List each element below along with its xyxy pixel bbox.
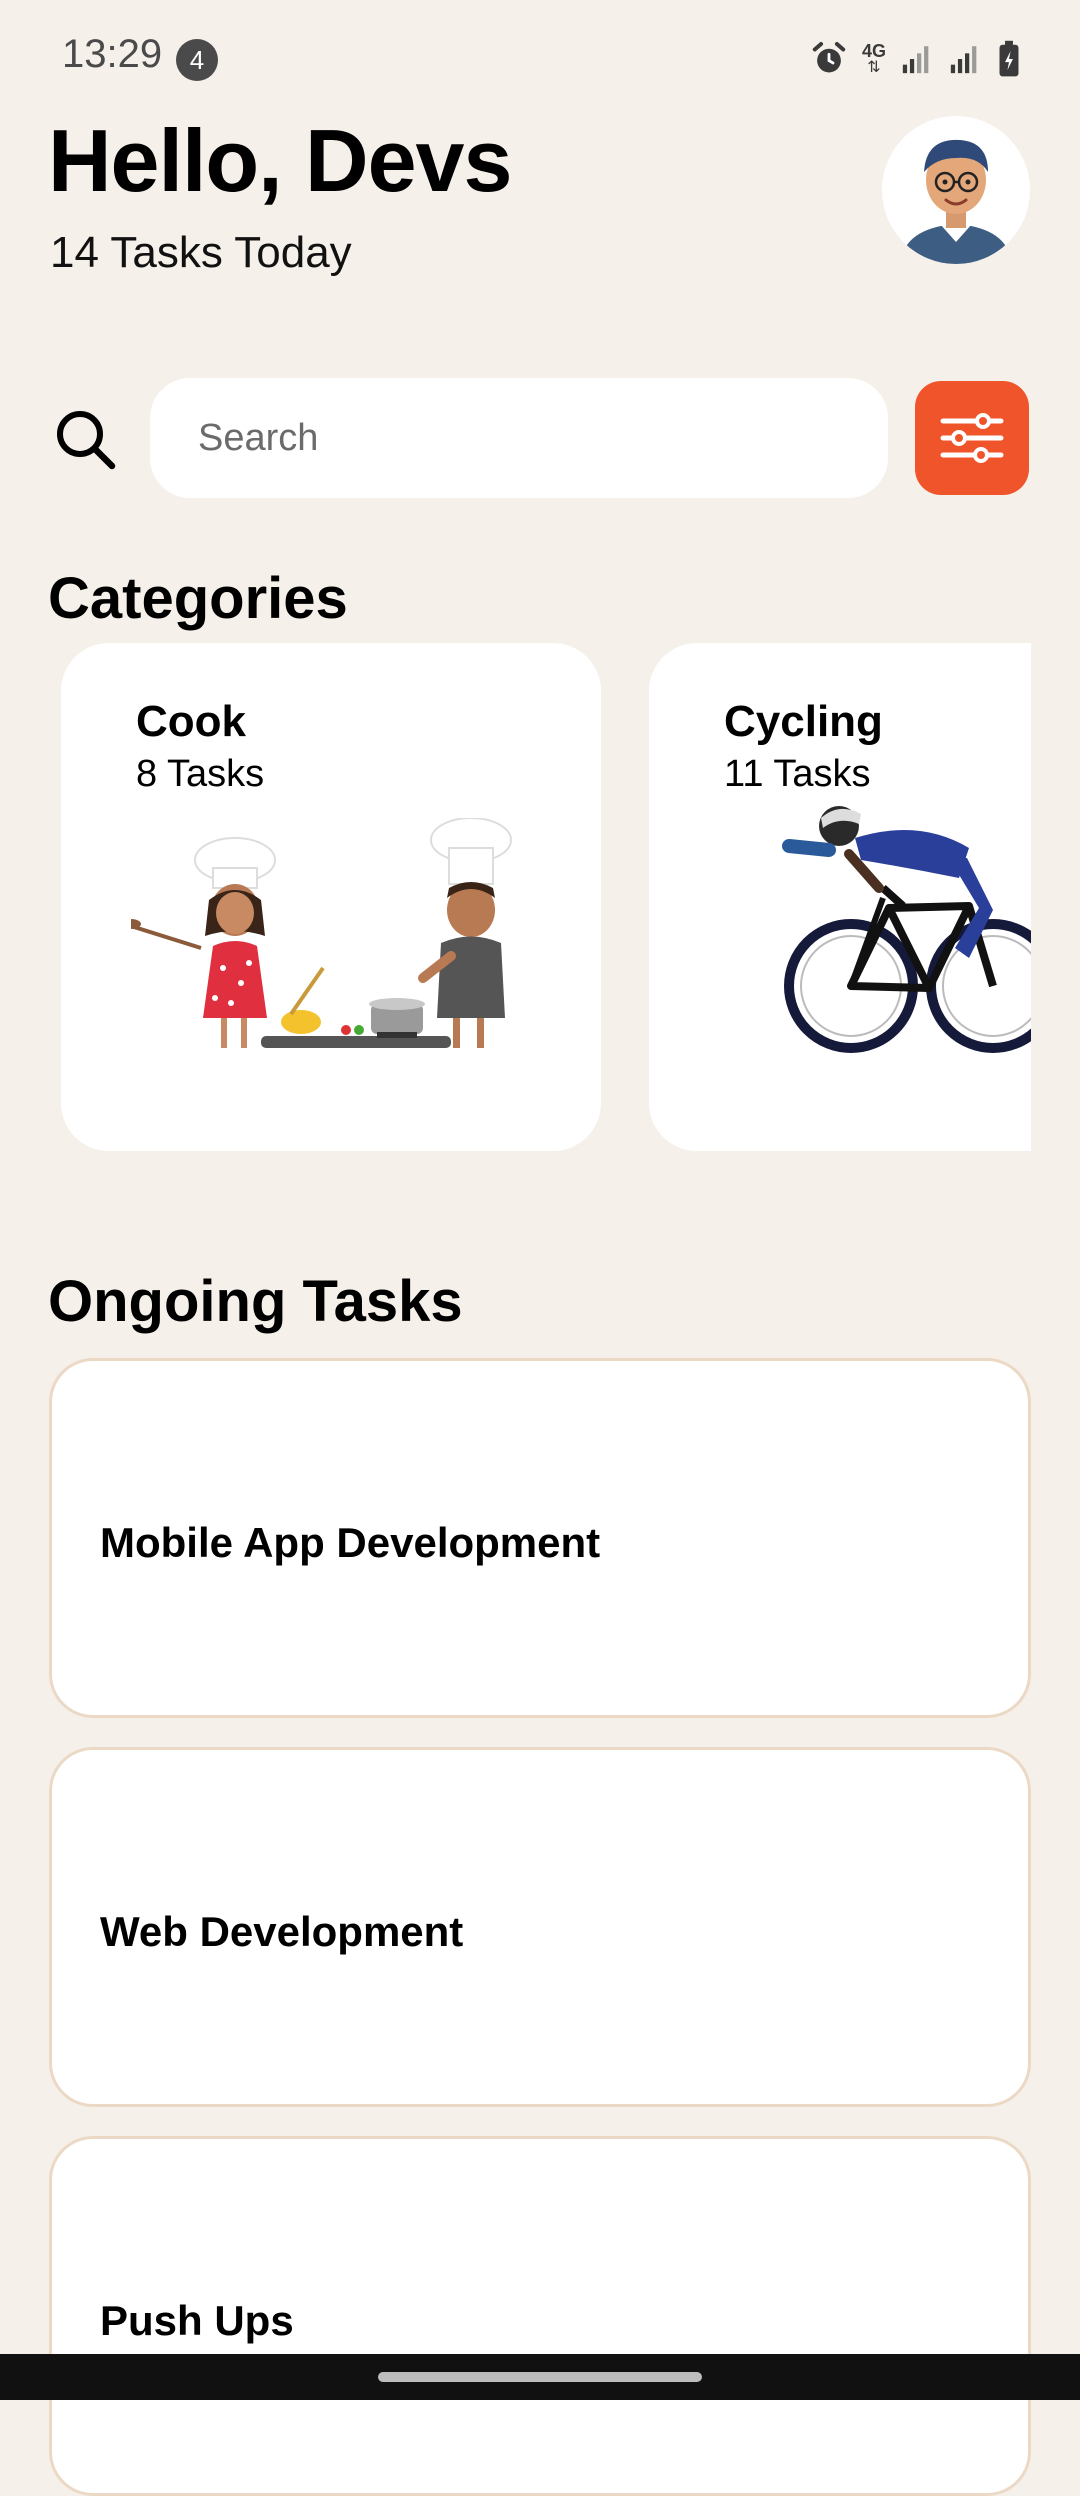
status-icons: 4G ⇅	[810, 40, 1022, 78]
avatar[interactable]	[882, 116, 1030, 264]
category-task-count: 8 Tasks	[136, 753, 265, 795]
network-type-label: 4G	[861, 41, 886, 61]
task-card-mobile-app-development[interactable]: Mobile App Development	[49, 1358, 1031, 1718]
network-4g-icon: 4G ⇅	[861, 41, 886, 76]
status-time: 13:29	[62, 32, 163, 76]
signal-icon-2	[950, 46, 977, 74]
filter-button[interactable]	[915, 381, 1029, 495]
task-card-push-ups[interactable]: Push Ups	[49, 2136, 1031, 2496]
tasks-today-subtitle: 14 Tasks Today	[50, 228, 352, 277]
battery-charging-icon	[999, 40, 1019, 77]
categories-title: Categories	[48, 566, 348, 631]
category-name: Cycling	[724, 697, 883, 746]
task-title: Web Development	[100, 1908, 464, 1955]
sliders-icon	[940, 413, 1004, 463]
task-card-web-development[interactable]: Web Development	[49, 1747, 1031, 2107]
greeting-title: Hello, Devs	[48, 111, 512, 210]
alarm-icon	[812, 41, 846, 73]
task-title: Push Ups	[100, 2297, 294, 2344]
search-icon[interactable]	[50, 404, 120, 474]
notification-count-badge: 4	[176, 39, 218, 81]
search-field[interactable]	[150, 378, 888, 498]
cooking-kids-illustration	[131, 818, 512, 1048]
task-title: Mobile App Development	[100, 1519, 601, 1566]
search-input[interactable]	[150, 378, 888, 498]
category-task-count: 11 Tasks	[724, 753, 871, 795]
avatar-illustration	[900, 139, 1012, 264]
category-name: Cook	[136, 697, 246, 746]
cyclist-illustration	[782, 806, 1031, 1053]
home-gesture-handle[interactable]	[378, 2372, 702, 2382]
category-card-cook[interactable]: Cook 8 Tasks	[61, 643, 601, 1151]
category-card-cycling[interactable]: Cycling 11 Tasks	[649, 643, 1031, 1151]
signal-icon	[902, 46, 929, 74]
ongoing-tasks-title: Ongoing Tasks	[48, 1269, 463, 1334]
